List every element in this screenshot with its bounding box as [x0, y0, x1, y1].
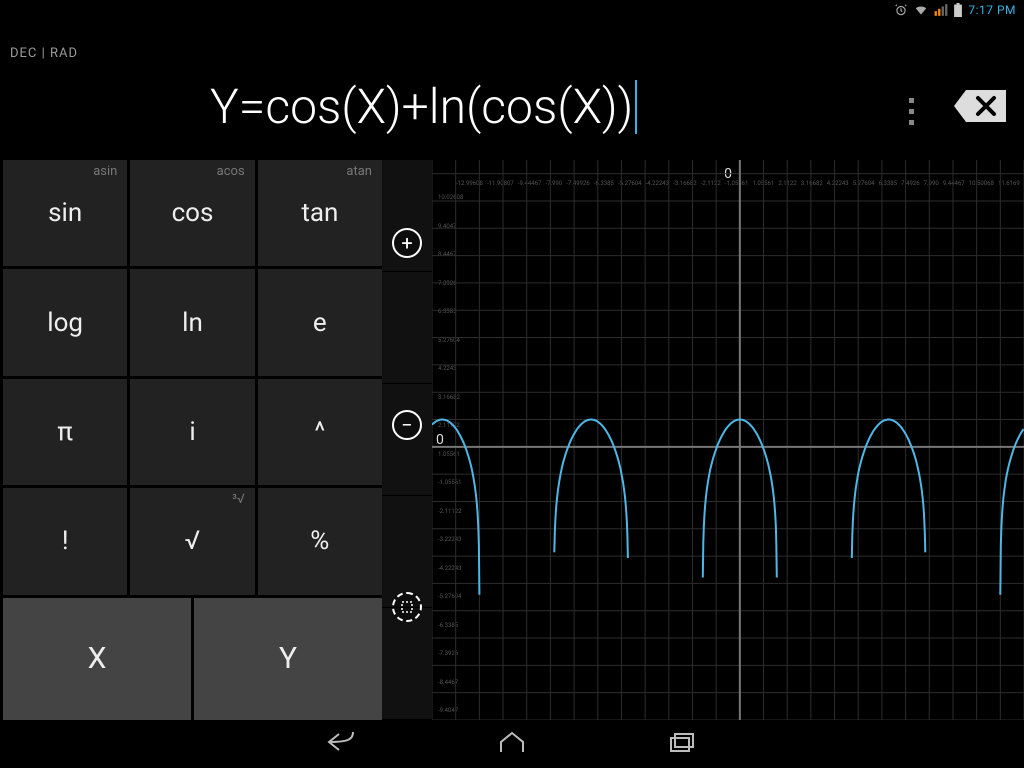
zoom-fit-button[interactable]: [392, 592, 422, 622]
zoom-controls: + −: [382, 160, 432, 720]
battery-icon: [954, 3, 962, 17]
key-percent[interactable]: %: [258, 488, 382, 594]
keypad: asinsin acoscos atantan log ln e π i ^ !…: [0, 160, 382, 720]
home-icon[interactable]: [497, 730, 527, 758]
key-var-x[interactable]: X: [3, 598, 191, 720]
header: DEC | RAD Y=cos(X)+ln(cos(X)): [0, 20, 1024, 160]
status-time: 7:17 PM: [968, 3, 1016, 17]
key-sin[interactable]: asinsin: [3, 160, 127, 266]
alarm-icon: [894, 3, 908, 17]
wifi-icon: [914, 3, 928, 17]
key-ln[interactable]: ln: [130, 269, 254, 375]
plot-svg: [432, 160, 1024, 720]
back-icon[interactable]: [327, 730, 357, 758]
zoom-out-button[interactable]: −: [392, 410, 422, 440]
expression-text: Y=cos(X)+ln(cos(X)): [210, 78, 633, 135]
key-pi[interactable]: π: [3, 379, 127, 485]
key-caret[interactable]: ^: [258, 379, 382, 485]
system-navbar: [0, 720, 1024, 768]
key-log[interactable]: log: [3, 269, 127, 375]
status-bar: 7:17 PM: [0, 0, 1024, 20]
key-e[interactable]: e: [258, 269, 382, 375]
recents-icon[interactable]: [667, 730, 697, 758]
text-cursor: [635, 80, 637, 134]
expression-display[interactable]: Y=cos(X)+ln(cos(X)): [210, 78, 854, 135]
key-cos[interactable]: acoscos: [130, 160, 254, 266]
overflow-menu-icon[interactable]: [909, 98, 914, 125]
key-tan[interactable]: atantan: [258, 160, 382, 266]
angle-mode[interactable]: DEC | RAD: [10, 46, 78, 61]
key-i[interactable]: i: [130, 379, 254, 485]
key-factorial[interactable]: !: [3, 488, 127, 594]
key-var-y[interactable]: Y: [194, 598, 382, 720]
signal-icon: [934, 3, 948, 17]
backspace-button[interactable]: [954, 90, 1006, 126]
zoom-in-button[interactable]: +: [392, 228, 422, 258]
graph-canvas[interactable]: 0 0 -12.99608-11.90807-9.44467-7.990-7.4…: [432, 160, 1024, 720]
main: asinsin acoscos atantan log ln e π i ^ !…: [0, 160, 1024, 720]
key-sqrt[interactable]: ³√√: [130, 488, 254, 594]
